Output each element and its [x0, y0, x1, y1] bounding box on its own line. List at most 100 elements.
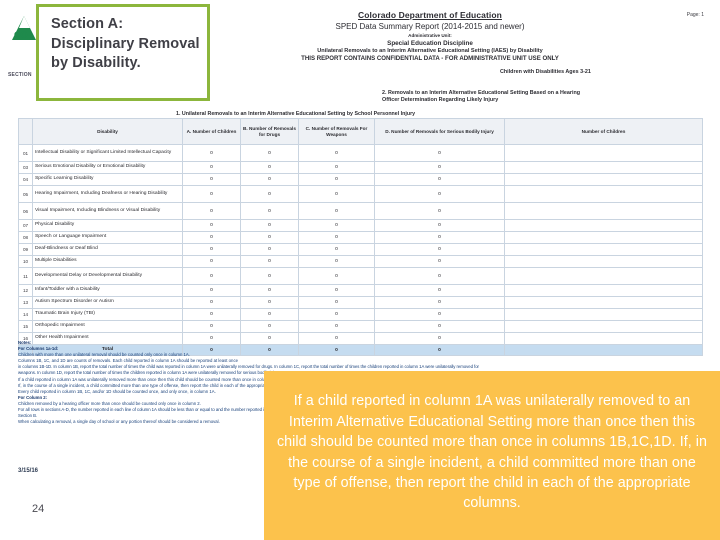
- table-row: 12 Infant/Toddler with a Disability 0 0 0 0: [18, 284, 703, 297]
- cell-col-d: 0: [374, 173, 505, 186]
- slide-page-number: 24: [32, 503, 45, 515]
- cell-col-d: 0: [374, 231, 505, 244]
- cell-col-b: 0: [240, 243, 299, 256]
- table-row: 14 Traumatic Brain Injury (TBI) 0 0 0 0: [18, 308, 703, 321]
- cell-col-c: 0: [298, 267, 375, 285]
- cell-disability-label: Specific Learning Disability: [32, 173, 183, 186]
- cell-col-c: 0: [298, 161, 375, 174]
- cell-col-a: 0: [182, 308, 241, 321]
- cell-col-a: 0: [182, 243, 241, 256]
- cell-col-e: [504, 144, 703, 162]
- cell-col-d: 0: [374, 267, 505, 285]
- table-row: 01 Intellectual Disability or Significant…: [18, 144, 703, 162]
- cell-row-number: 01: [18, 144, 33, 162]
- cell-col-d: 0: [374, 284, 505, 297]
- table-caption-section-1: 1. Unilateral Removals to an Interim Alt…: [176, 111, 416, 117]
- orange-callout-text: If a child reported in column 1A was uni…: [276, 393, 708, 512]
- cell-disability-label: Developmental Delay or Developmental Dis…: [32, 267, 183, 285]
- cell-row-number: 04: [18, 173, 33, 186]
- report-table-wrapper: Disability A. Number of Children B. Numb…: [18, 118, 703, 356]
- col-header-num: [18, 118, 33, 145]
- table-row: 10 Multiple Disabilities 0 0 0 0: [18, 255, 703, 268]
- cell-col-b: 0: [240, 173, 299, 186]
- cell-col-b: 0: [240, 255, 299, 268]
- cell-col-d: 0: [374, 219, 505, 232]
- cell-col-b: 0: [240, 185, 299, 203]
- cell-col-b: 0: [240, 267, 299, 285]
- date-stamp: 3/15/16: [18, 468, 39, 474]
- confidential-notice: THIS REPORT CONTAINS CONFIDENTIAL DATA -…: [301, 55, 559, 62]
- cell-row-number: 11: [18, 267, 33, 285]
- table-row: 13 Autism Spectrum Disorder or Autism 0 0 0 0: [18, 296, 703, 309]
- cell-row-number: 15: [18, 320, 33, 333]
- discipline-line: Special Education Discipline: [387, 40, 473, 47]
- table-row: 03 Serious Emotional Disability or Emotio…: [18, 161, 703, 174]
- table-header-row: Disability A. Number of Children B. Numb…: [18, 118, 703, 145]
- section-tag-label: SECTION: [8, 72, 32, 78]
- cell-col-a: 0: [182, 202, 241, 220]
- cell-col-e: [504, 267, 703, 285]
- cell-disability-label: Traumatic Brain Injury (TBI): [32, 308, 183, 321]
- cell-col-e: [504, 173, 703, 186]
- disability-removals-table: Disability A. Number of Children B. Numb…: [18, 118, 703, 356]
- col-header-disability: Disability: [32, 118, 183, 145]
- table-row: 04 Specific Learning Disability 0 0 0 0: [18, 173, 703, 186]
- cell-col-c: 0: [298, 185, 375, 203]
- cell-disability-label: Visual Impairment, Including Blindness o…: [32, 202, 183, 220]
- cell-row-number: 14: [18, 308, 33, 321]
- cell-row-number: 06: [18, 202, 33, 220]
- cell-col-e: [504, 185, 703, 203]
- cell-col-c: 0: [298, 202, 375, 220]
- cell-col-c: 0: [298, 243, 375, 256]
- cell-col-c: 0: [298, 308, 375, 321]
- col-header-e: Number of Children: [504, 118, 703, 145]
- table-row: 09 Deaf-Blindness or Deaf Blind 0 0 0 0: [18, 243, 703, 256]
- cell-col-e: [504, 219, 703, 232]
- cell-row-number: 12: [18, 284, 33, 297]
- orange-callout-overlay: If a child reported in column 1A was uni…: [264, 371, 720, 540]
- children-ages-label: Children with Disabilities Ages 3-21: [500, 69, 591, 75]
- cell-row-number: 03: [18, 161, 33, 174]
- col-header-c: C. Number of Removals For Weapons: [298, 118, 375, 145]
- table-row: 15 Orthopedic Impairment 0 0 0 0: [18, 320, 703, 333]
- cell-col-e: [504, 320, 703, 333]
- table-head: Disability A. Number of Children B. Numb…: [18, 118, 703, 145]
- cell-row-number: 09: [18, 243, 33, 256]
- report-page-label: Page: 1: [686, 12, 704, 18]
- cell-col-e: [504, 296, 703, 309]
- report-title: Colorado Department of Education: [358, 10, 502, 20]
- cell-col-e: [504, 284, 703, 297]
- cell-col-a: 0: [182, 231, 241, 244]
- col-header-b: B. Number of Removals for Drugs: [240, 118, 299, 145]
- cell-disability-label: Infant/Toddler with a Disability: [32, 284, 183, 297]
- table-row: 07 Physical Disability 0 0 0 0: [18, 219, 703, 232]
- slide-canvas: CO W SECTION Section A: Disciplinary Rem…: [0, 0, 720, 540]
- cell-row-number: 07: [18, 219, 33, 232]
- cell-col-c: 0: [298, 173, 375, 186]
- cell-row-number: 10: [18, 255, 33, 268]
- table-row: 05 Hearing Impairment, Including Deafness…: [18, 185, 703, 203]
- cell-col-c: 0: [298, 320, 375, 333]
- cell-col-c: 0: [298, 144, 375, 162]
- unilateral-removals-line: Unilateral Removals to an Interim Altern…: [317, 48, 543, 54]
- table-row: 08 Speech or Language Impairment 0 0 0 0: [18, 231, 703, 244]
- cell-row-number: 13: [18, 296, 33, 309]
- cell-col-d: 0: [374, 185, 505, 203]
- cell-disability-label: Autism Spectrum Disorder or Autism: [32, 296, 183, 309]
- report-subtitle: SPED Data Summary Report (2014-2015 and …: [335, 22, 525, 31]
- svg-text:CO: CO: [14, 30, 28, 40]
- cell-col-a: 0: [182, 161, 241, 174]
- cell-col-c: 0: [298, 219, 375, 232]
- cell-col-a: 0: [182, 173, 241, 186]
- cell-col-a: 0: [182, 284, 241, 297]
- cell-disability-label: Hearing Impairment, Including Deafness o…: [32, 185, 183, 203]
- cell-col-c: 0: [298, 296, 375, 309]
- cell-col-d: 0: [374, 144, 505, 162]
- cell-col-b: 0: [240, 161, 299, 174]
- cell-col-b: 0: [240, 308, 299, 321]
- col-header-d: D. Number of Removals for Serious Bodily…: [374, 118, 505, 145]
- cell-col-d: 0: [374, 308, 505, 321]
- cell-disability-label: Physical Disability: [32, 219, 183, 232]
- cell-col-e: [504, 243, 703, 256]
- cell-col-b: 0: [240, 296, 299, 309]
